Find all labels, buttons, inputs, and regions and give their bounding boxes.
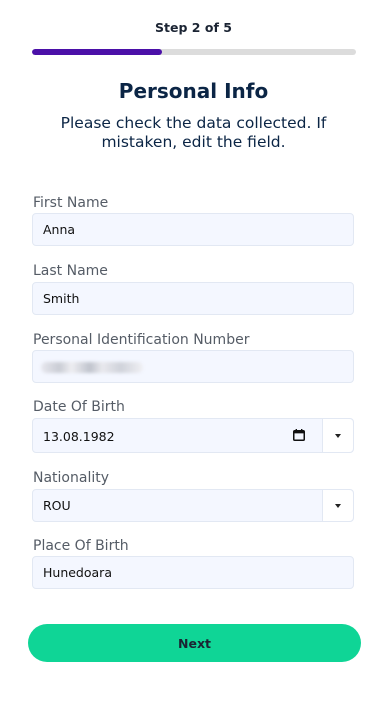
chevron-down-icon (335, 433, 341, 438)
first-name-value: Anna (43, 222, 76, 237)
place-of-birth-field[interactable]: Hunedoara (32, 556, 354, 589)
last-name-value: Smith (43, 291, 80, 306)
first-name-field[interactable]: Anna (32, 213, 354, 246)
last-name-label: Last Name (33, 263, 108, 279)
nationality-dropdown-toggle[interactable] (322, 490, 353, 521)
page-subtitle: Please check the data collected. If mist… (60, 114, 327, 151)
personal-id-label: Personal Identification Number (33, 332, 250, 348)
date-of-birth-label: Date Of Birth (33, 399, 125, 415)
personal-id-field[interactable] (32, 350, 354, 383)
page-title: Personal Info (118, 79, 269, 103)
nationality-value: ROU (43, 498, 71, 513)
next-button[interactable]: Next (28, 624, 361, 662)
personal-info-page: Step 2 of 5 Personal Info Please check t… (0, 0, 387, 707)
place-of-birth-label: Place Of Birth (33, 538, 129, 554)
nationality-label: Nationality (33, 470, 110, 486)
progress-bar-fill (32, 49, 162, 55)
date-of-birth-field[interactable]: 13.08.1982 (32, 418, 354, 453)
first-name-label: First Name (33, 195, 109, 211)
place-of-birth-value: Hunedoara (43, 565, 112, 580)
last-name-field[interactable]: Smith (32, 282, 354, 315)
calendar-icon[interactable] (293, 429, 305, 441)
date-of-birth-value: 13.08.1982 (43, 429, 115, 444)
progress-bar (32, 49, 356, 55)
nationality-select[interactable]: ROU (32, 489, 354, 522)
chevron-down-icon (335, 503, 341, 508)
step-indicator: Step 2 of 5 (155, 20, 232, 35)
date-of-birth-dropdown-toggle[interactable] (322, 419, 353, 452)
personal-id-redacted-value (41, 362, 143, 373)
